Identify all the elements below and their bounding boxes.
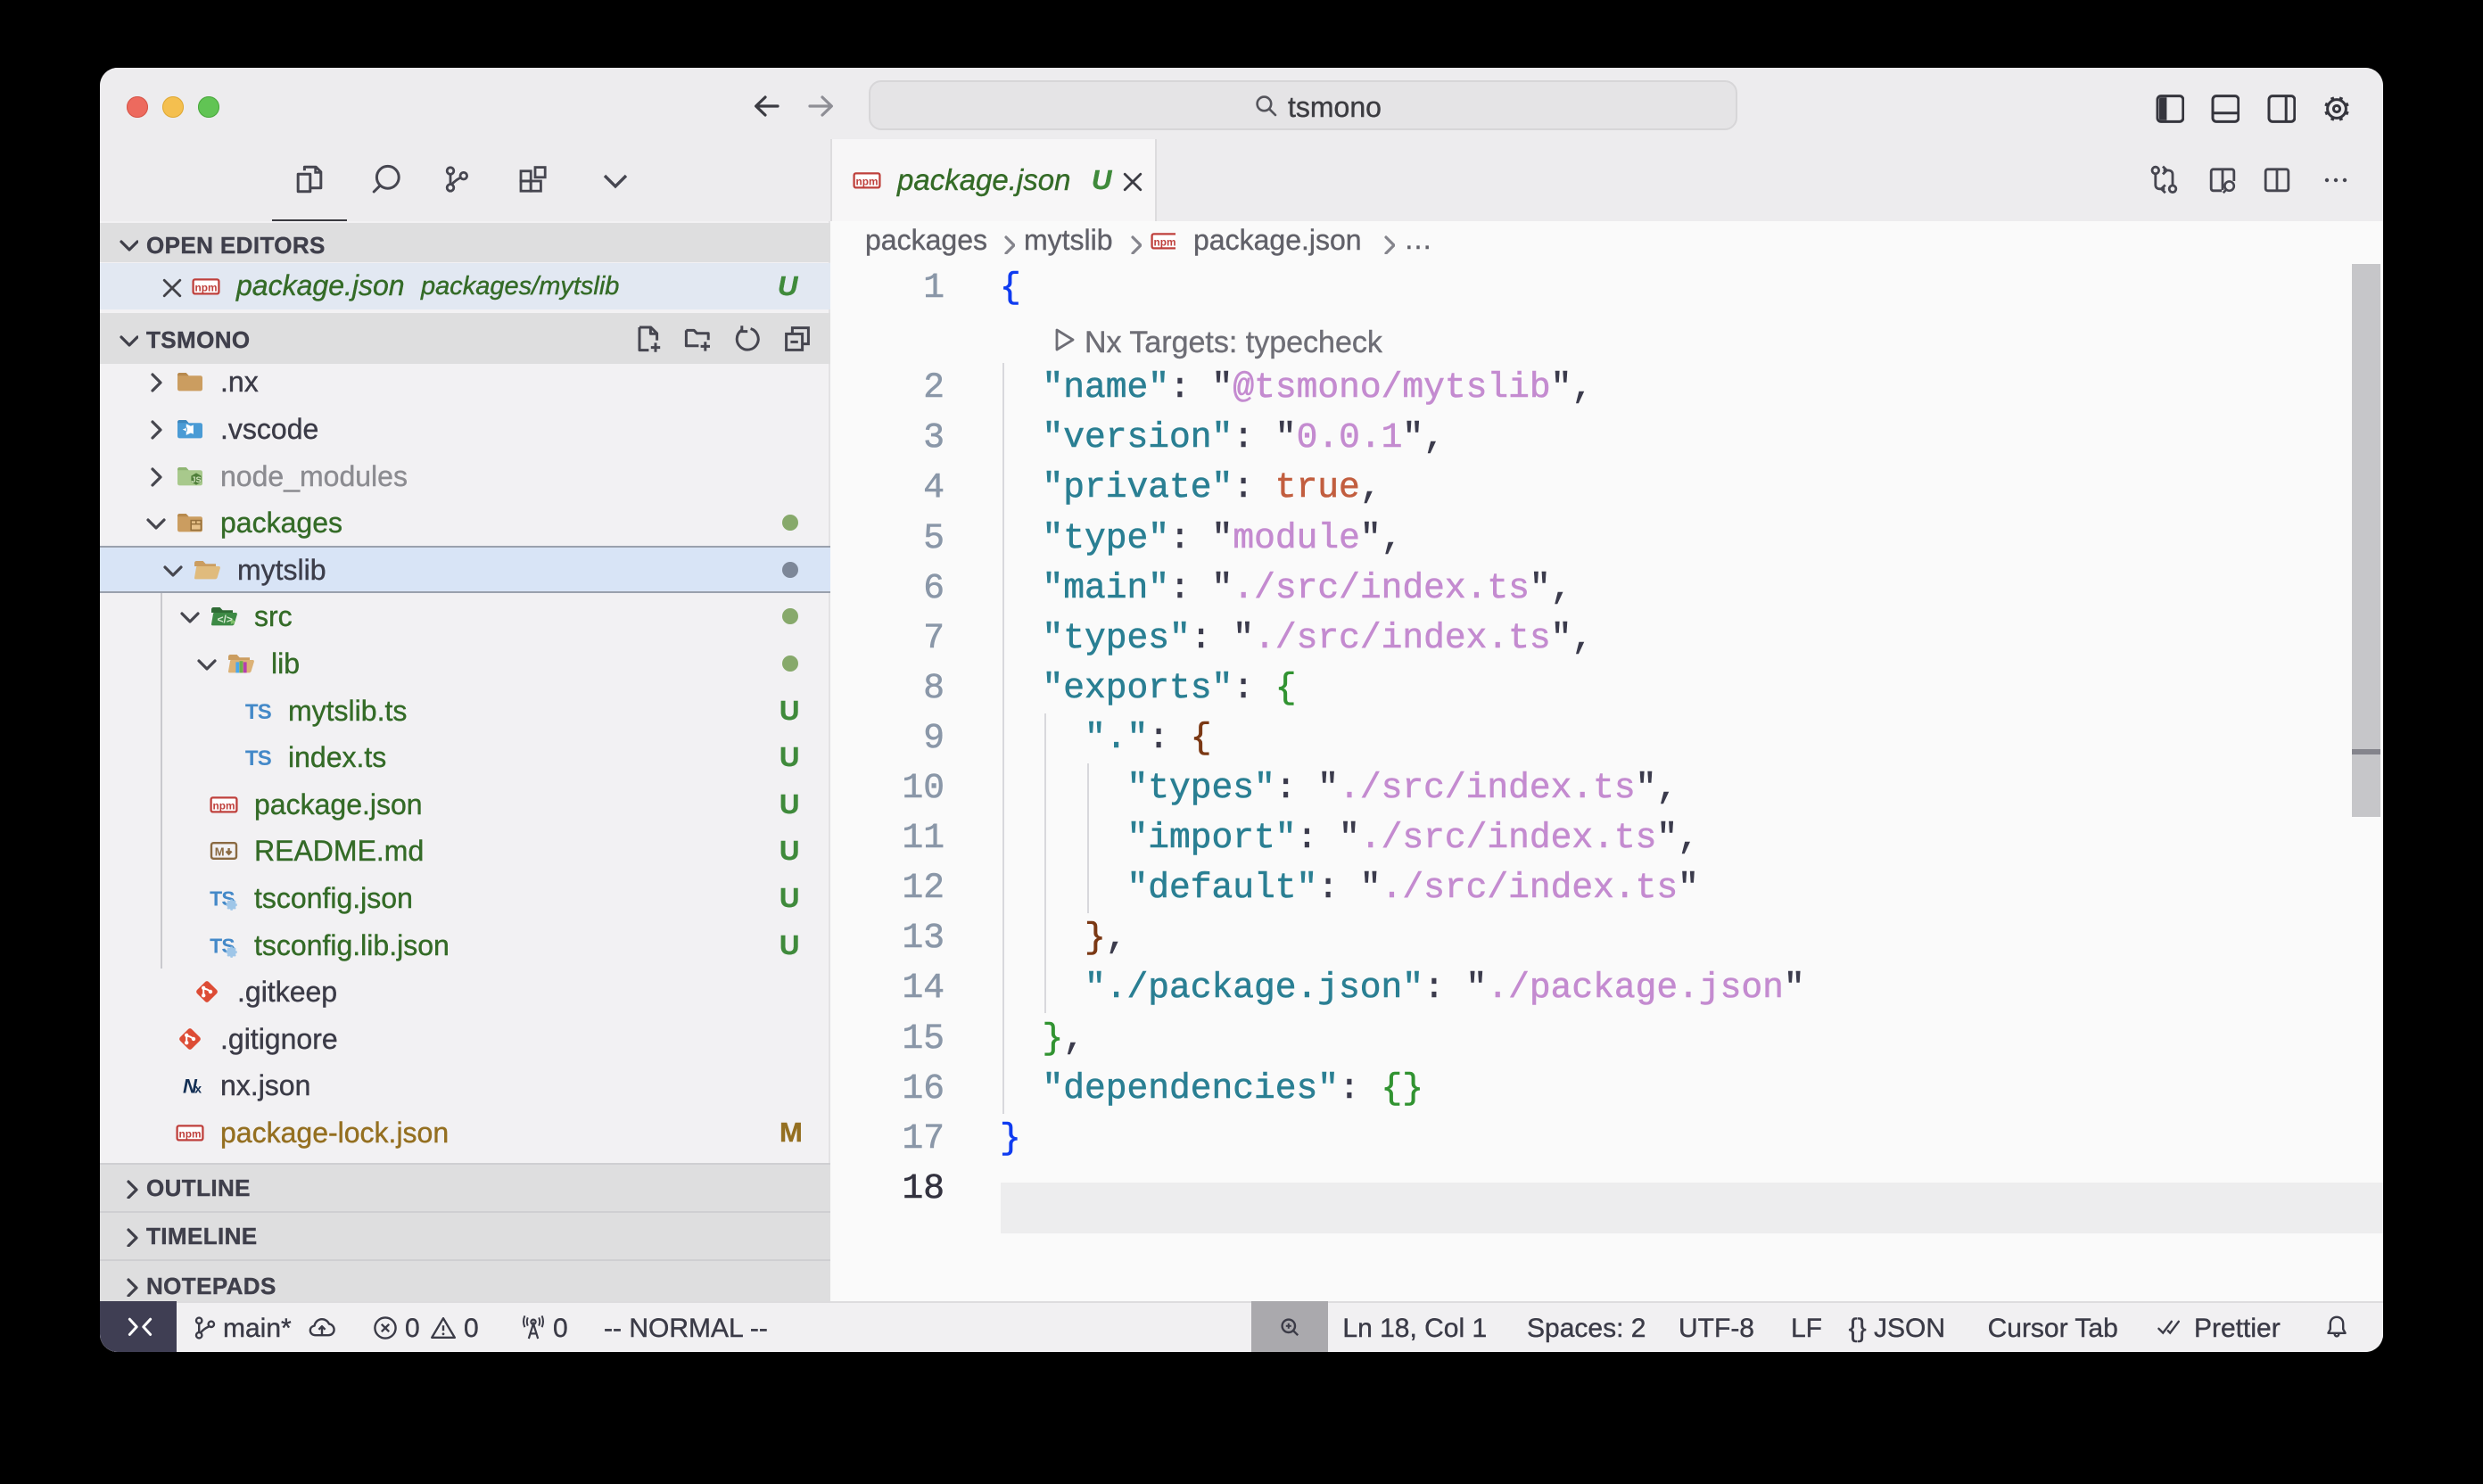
svg-text:npm: npm: [179, 1127, 202, 1140]
svg-text:npm: npm: [195, 281, 218, 293]
svg-text:M: M: [215, 845, 225, 859]
svg-text:npm: npm: [856, 175, 879, 187]
svg-text:TS: TS: [245, 746, 272, 771]
svg-text:npm: npm: [1154, 235, 1176, 248]
svg-text:JS: JS: [191, 474, 201, 483]
svg-text:npm: npm: [213, 799, 235, 812]
svg-text:x: x: [194, 1082, 202, 1096]
svg-text:TS: TS: [245, 700, 272, 724]
svg-text:</>: </>: [218, 614, 233, 626]
